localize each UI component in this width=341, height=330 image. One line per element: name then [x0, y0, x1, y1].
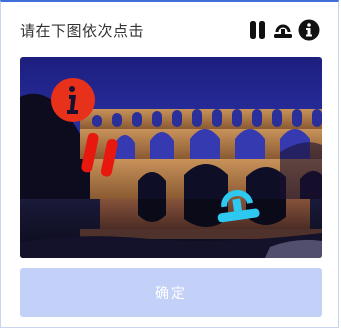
info-icon[interactable]: [50, 77, 96, 127]
captcha-instruction: 请在下图依次点击: [20, 22, 145, 40]
pause-icon: [248, 20, 268, 40]
captcha-image[interactable]: [20, 57, 322, 258]
lifebuoy-icon[interactable]: [212, 183, 262, 229]
captcha-panel: 请在下图依次点击 确定: [0, 0, 339, 328]
pause-icon[interactable]: [76, 131, 126, 185]
lifebuoy-icon: [273, 20, 293, 40]
confirm-button[interactable]: 确定: [20, 268, 322, 317]
info-icon: [298, 19, 320, 41]
captcha-header: 请在下图依次点击: [20, 18, 320, 42]
target-icon-sequence: [248, 18, 320, 42]
